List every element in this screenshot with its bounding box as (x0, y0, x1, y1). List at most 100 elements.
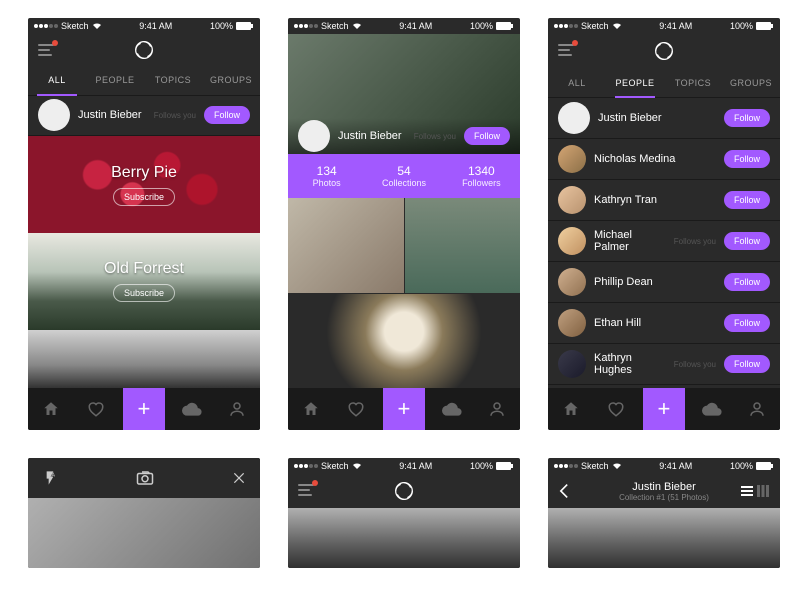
follow-button[interactable]: Follow (724, 314, 770, 332)
menu-button[interactable] (558, 44, 574, 56)
user-name: Justin Bieber (598, 112, 716, 124)
follows-you-label: Follows you (674, 237, 716, 246)
follow-button[interactable]: Follow (204, 106, 250, 124)
nav-add[interactable]: + (383, 388, 425, 430)
subscribe-button[interactable]: Subscribe (113, 188, 175, 206)
switch-camera-icon[interactable] (136, 470, 154, 486)
profile-stats: 134Photos 54Collections 1340Followers (288, 154, 520, 198)
follow-button[interactable]: Follow (724, 273, 770, 291)
app-logo (134, 40, 154, 60)
photo-preview[interactable] (548, 508, 780, 568)
user-name: Justin Bieber (338, 130, 406, 142)
tab-all[interactable]: ALL (28, 66, 86, 94)
stat-followers[interactable]: 1340Followers (443, 154, 520, 198)
list-item[interactable]: Kathryn TranFollow (548, 180, 780, 221)
subscribe-button[interactable]: Subscribe (113, 284, 175, 302)
list-item[interactable]: Michael PalmerFollows youFollow (548, 221, 780, 262)
card-old-forrest[interactable]: Old Forrest Subscribe (28, 233, 260, 330)
photo-preview[interactable] (288, 508, 520, 568)
tab-people[interactable]: PEOPLE (86, 66, 144, 94)
tab-groups[interactable]: GROUPS (722, 68, 780, 97)
app-header (548, 34, 780, 68)
list-item[interactable]: Kathryn Hughes Follows you Follow (548, 344, 780, 385)
collection-title: Justin Bieber (632, 481, 696, 493)
profile-hero-image: Justin Bieber Follows you Follow (288, 34, 520, 154)
avatar (558, 350, 586, 378)
screen-collection-grid: Sketch 9:41 AM 100% (288, 458, 520, 568)
view-columns-icon[interactable] (756, 484, 770, 498)
close-icon[interactable] (232, 471, 246, 485)
viewfinder (28, 498, 260, 568)
nav-profile[interactable] (479, 391, 515, 427)
battery-pct: 100% (210, 21, 233, 31)
menu-button[interactable] (298, 484, 314, 496)
avatar (558, 145, 586, 173)
list-item[interactable]: Justin Bieber Follow (548, 98, 780, 139)
featured-user-row[interactable]: Justin Bieber Follows you Follow (28, 96, 260, 137)
nav-favorites[interactable] (78, 391, 114, 427)
card-building[interactable] (28, 330, 260, 388)
follows-you-label: Follows you (674, 360, 716, 369)
view-list-icon[interactable] (740, 484, 754, 498)
nav-home[interactable] (33, 391, 69, 427)
profile-overlay: Justin Bieber Follows you Follow (288, 118, 520, 154)
notification-dot (312, 480, 318, 486)
stat-collections[interactable]: 54Collections (365, 154, 442, 198)
follow-button[interactable]: Follow (464, 127, 510, 145)
nav-add[interactable]: + (123, 388, 165, 430)
follows-you-label: Follows you (154, 111, 196, 120)
nav-home[interactable] (553, 391, 589, 427)
nav-profile[interactable] (219, 391, 255, 427)
menu-button[interactable] (38, 44, 54, 56)
tab-bar: ALL PEOPLE TOPICS GROUPS (28, 66, 260, 95)
tab-people[interactable]: PEOPLE (606, 68, 664, 97)
nav-cloud[interactable] (434, 391, 470, 427)
tab-topics[interactable]: TOPICS (664, 68, 722, 97)
status-bar: Sketch 9:41 AM 100% (288, 18, 520, 34)
nav-favorites[interactable] (338, 391, 374, 427)
follows-you-label: Follows you (414, 132, 456, 141)
list-item[interactable]: Nicholas MedinaFollow (548, 139, 780, 180)
view-toggle (740, 484, 770, 498)
tab-topics[interactable]: TOPICS (144, 66, 202, 94)
notification-dot (52, 40, 58, 46)
nav-add[interactable]: + (643, 388, 685, 430)
status-bar: Sketch 9:41 AM 100% (548, 458, 780, 474)
avatar (38, 99, 70, 131)
stat-photos[interactable]: 134Photos (288, 154, 365, 198)
follow-button[interactable]: Follow (724, 232, 770, 250)
app-header (28, 34, 260, 67)
carrier: Sketch (61, 21, 89, 31)
card-title: Berry Pie (111, 164, 177, 182)
photo-thumb[interactable] (288, 294, 520, 389)
card-berry-pie[interactable]: Berry Pie Subscribe (28, 136, 260, 233)
tab-groups[interactable]: GROUPS (202, 66, 260, 94)
nav-favorites[interactable] (598, 391, 634, 427)
follow-button[interactable]: Follow (724, 355, 770, 373)
collection-header: Justin Bieber Collection #1 (51 Photos) (548, 474, 780, 508)
photo-grid (288, 198, 520, 388)
list-item[interactable]: Phillip DeanFollow (548, 262, 780, 303)
nav-cloud[interactable] (694, 391, 730, 427)
follow-button[interactable]: Follow (724, 109, 770, 127)
user-name: Kathryn Hughes (594, 352, 666, 376)
bottom-nav: + (548, 388, 780, 430)
nav-cloud[interactable] (174, 391, 210, 427)
status-bar: Sketch 9:41 AM 100% (288, 458, 520, 474)
photo-thumb[interactable] (405, 198, 521, 293)
flash-auto-icon[interactable]: A (42, 470, 58, 486)
tab-all[interactable]: ALL (548, 68, 606, 97)
screen-collection-detail: Sketch 9:41 AM 100% Justin Bieber Collec… (548, 458, 780, 568)
list-item[interactable]: Ethan HillFollow (548, 303, 780, 344)
photo-thumb[interactable] (288, 198, 404, 293)
nav-profile[interactable] (739, 391, 775, 427)
follow-button[interactable]: Follow (724, 191, 770, 209)
avatar (558, 102, 590, 134)
user-name: Justin Bieber (78, 109, 146, 121)
follow-button[interactable]: Follow (724, 150, 770, 168)
status-bar: Sketch 9:41 AM 100% (548, 18, 780, 34)
screen-all-feed: Sketch 9:41 AM 100% ALL PEOPLE TOPICS GR… (28, 18, 260, 430)
back-button[interactable] (558, 483, 570, 499)
nav-home[interactable] (293, 391, 329, 427)
avatar (558, 186, 586, 214)
